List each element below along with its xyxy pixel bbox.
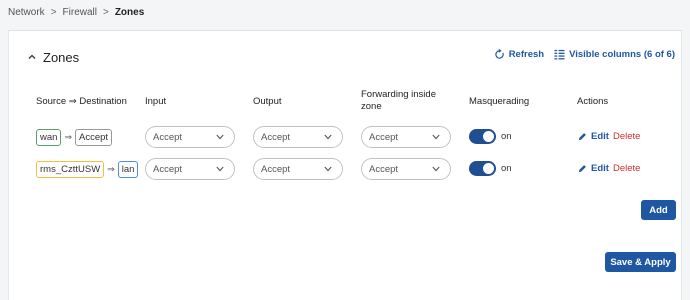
breadcrumb-firewall[interactable]: Firewall [63,7,97,18]
delete-button[interactable]: Delete [613,131,640,142]
input-select[interactable]: Accept [145,158,235,180]
destination-zone-tag: Accept [74,129,113,146]
refresh-button[interactable]: Refresh [494,49,544,60]
forwarding-select-value: Accept [369,163,399,175]
breadcrumb-network[interactable]: Network [8,7,45,18]
forwarding-select-value: Accept [369,131,399,143]
save-apply-button[interactable]: Save & Apply [605,252,676,272]
table-row: rms_CzttUSW ⇒ lan Accept Accept Accept o… [9,157,683,183]
breadcrumb-separator-icon: > [102,6,109,18]
forwarding-select[interactable]: Accept [361,126,451,148]
source-destination-cell: wan ⇒ Accept [36,129,113,146]
zones-card: Zones Refresh Visible columns (6 of 6) S… [8,30,682,300]
masquerading-toggle[interactable] [469,161,496,176]
header-input: Input [145,96,167,107]
masquerading-state: on [501,163,512,174]
masquerading-toggle[interactable] [469,129,496,144]
toggle-knob [483,131,494,142]
delete-button[interactable]: Delete [613,163,640,174]
table-row: wan ⇒ Accept Accept Accept Accept on Edi… [9,125,683,151]
columns-icon [554,49,565,60]
forwarding-select[interactable]: Accept [361,158,451,180]
edit-button[interactable]: Edit [578,131,609,142]
destination-zone-tag: lan [117,161,139,178]
chevron-down-icon [324,166,332,172]
output-select[interactable]: Accept [253,126,343,148]
chevron-down-icon [432,134,440,140]
visible-columns-label: Visible columns (6 of 6) [569,49,675,60]
section-header: Zones Refresh Visible columns (6 of 6) [25,47,675,67]
header-masquerading: Masquerading [469,96,530,107]
header-source-destination: Source ⇒ Destination [36,96,127,107]
header-actions: Refresh Visible columns (6 of 6) [484,49,675,60]
chevron-down-icon [324,134,332,140]
header-output: Output [253,96,282,107]
output-select-value: Accept [261,163,291,175]
chevron-down-icon [216,166,224,172]
header-forwarding: Forwarding inside zone [361,89,436,113]
chevron-up-icon[interactable] [25,50,39,64]
refresh-label: Refresh [508,49,545,60]
toggle-knob [483,163,494,174]
header-forwarding-line1: Forwarding inside [361,89,436,100]
output-select[interactable]: Accept [253,158,343,180]
chevron-down-icon [216,134,224,140]
arrow-icon: ⇒ [64,132,72,142]
input-select-value: Accept [153,163,183,175]
refresh-icon [494,49,504,59]
edit-button[interactable]: Edit [578,163,609,174]
masquerading-state: on [501,131,512,142]
breadcrumb-zones: Zones [114,6,145,18]
breadcrumb-separator-icon: > [50,6,57,18]
pencil-icon [578,165,586,173]
header-forwarding-line2: zone [361,101,382,112]
pencil-icon [578,133,586,141]
add-button[interactable]: Add [641,200,676,220]
section-title: Zones [43,49,80,65]
source-destination-cell: rms_CzttUSW ⇒ lan [36,161,139,178]
chevron-down-icon [432,166,440,172]
output-select-value: Accept [261,131,291,143]
header-actions: Actions [577,96,609,107]
source-zone-tag: wan [36,129,62,146]
visible-columns-button[interactable]: Visible columns (6 of 6) [554,49,675,60]
arrow-icon: ⇒ [107,164,115,174]
source-zone-tag: rms_CzttUSW [36,161,105,178]
edit-label: Edit [591,163,609,174]
edit-label: Edit [591,131,609,142]
input-select[interactable]: Accept [145,126,235,148]
input-select-value: Accept [153,131,183,143]
breadcrumb: Network > Firewall > Zones [8,4,144,20]
